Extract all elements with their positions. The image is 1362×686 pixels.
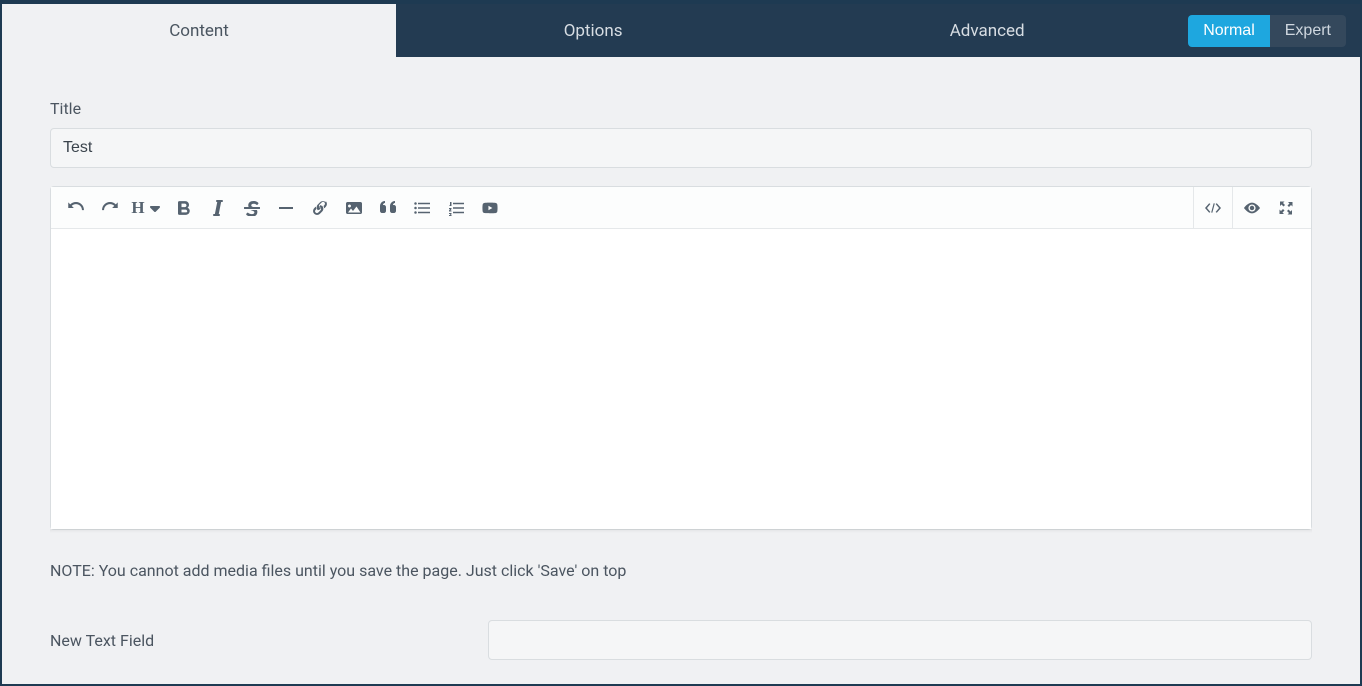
image-icon[interactable]	[337, 191, 371, 225]
toolbar-right	[1191, 187, 1303, 229]
new-text-field-label: New Text Field	[50, 631, 488, 650]
media-note: NOTE: You cannot add media files until y…	[50, 561, 1312, 580]
ul-icon[interactable]	[405, 191, 439, 225]
italic-icon[interactable]	[201, 191, 235, 225]
tab-advanced[interactable]: Advanced	[790, 4, 1184, 57]
editor-toolbar: H	[51, 187, 1311, 229]
heading-dropdown[interactable]: H	[127, 191, 167, 225]
undo-icon[interactable]	[59, 191, 93, 225]
heading-label: H	[131, 198, 144, 218]
toolbar-separator	[1193, 187, 1194, 229]
editor-shadow	[50, 529, 1312, 533]
toolbar-left: H	[59, 191, 507, 225]
app-frame: Content Options Advanced Normal Expert T…	[0, 0, 1362, 686]
fullscreen-icon[interactable]	[1269, 191, 1303, 225]
ol-icon[interactable]	[439, 191, 473, 225]
redo-icon[interactable]	[93, 191, 127, 225]
tabs: Content Options Advanced	[2, 4, 1184, 57]
preview-icon[interactable]	[1235, 191, 1269, 225]
topbar: Content Options Advanced Normal Expert	[2, 4, 1360, 57]
mode-expert-button[interactable]: Expert	[1270, 15, 1346, 47]
new-text-field-input[interactable]	[488, 620, 1312, 660]
content-panel: Title H	[2, 57, 1360, 684]
chevron-down-icon	[147, 200, 163, 216]
mode-normal-button[interactable]: Normal	[1188, 15, 1270, 47]
tab-content[interactable]: Content	[2, 4, 396, 57]
editor: H	[50, 186, 1312, 530]
strike-icon[interactable]	[235, 191, 269, 225]
toolbar-separator	[1232, 187, 1233, 229]
quote-icon[interactable]	[371, 191, 405, 225]
hr-icon[interactable]	[269, 191, 303, 225]
new-text-field-row: New Text Field	[50, 620, 1312, 660]
bold-icon[interactable]	[167, 191, 201, 225]
title-label: Title	[50, 99, 1312, 118]
code-icon[interactable]	[1196, 191, 1230, 225]
youtube-icon[interactable]	[473, 191, 507, 225]
editor-body[interactable]	[51, 229, 1311, 529]
title-input[interactable]	[50, 128, 1312, 168]
mode-toggle: Normal Expert	[1184, 4, 1360, 57]
link-icon[interactable]	[303, 191, 337, 225]
tab-options[interactable]: Options	[396, 4, 790, 57]
